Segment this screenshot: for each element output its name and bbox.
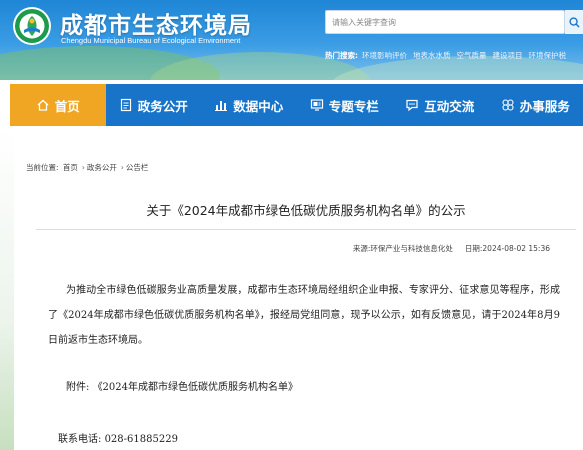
nav-item-data-center[interactable]: 数据中心 xyxy=(201,84,297,126)
nav-item-interaction[interactable]: 互动交流 xyxy=(392,84,488,126)
hot-search-label: 热门搜索: xyxy=(325,50,358,60)
search-input[interactable] xyxy=(332,14,560,31)
hot-search-link[interactable]: 建设项目 xyxy=(493,50,523,61)
article-meta: 来源:环保产业与科技信息化处 日期:2024-08-02 15:36 xyxy=(36,243,550,254)
bar-chart-icon xyxy=(214,98,228,112)
main-nav: 首页 政务公开 数据中心 专题专栏 互动交流 办事服务 xyxy=(0,80,583,128)
nav-item-label: 专题专栏 xyxy=(328,98,379,114)
attachment-link[interactable]: 《2024年成都市绿色低碳优质服务机构名单》 xyxy=(93,382,298,393)
nav-item-label: 办事服务 xyxy=(519,98,570,114)
breadcrumb-link-government-affairs[interactable]: 政务公开 xyxy=(87,163,117,172)
nav-item-home[interactable]: 首页 xyxy=(10,84,106,126)
search-icon xyxy=(568,16,580,28)
nav-item-services[interactable]: 办事服务 xyxy=(488,84,583,126)
hot-search-link[interactable]: 环境保护税 xyxy=(529,50,567,61)
nav-item-label: 首页 xyxy=(54,98,80,114)
contact-line: 联系电话: 028-61885229 xyxy=(58,430,178,445)
date-value: 2024-08-02 15:36 xyxy=(482,244,550,253)
attachment-line: 附件: 《2024年成都市绿色低碳优质服务机构名单》 xyxy=(66,378,298,393)
chat-icon xyxy=(405,98,419,112)
hot-search-link[interactable]: 环境影响评价 xyxy=(362,50,407,61)
article-body: 为推动全市绿色低碳服务业高质量发展，成都市生态环境局经组织企业申报、专家评分、征… xyxy=(48,285,560,346)
hot-search-row: 热门搜索: 环境影响评价 地表水水质 空气质量 建设项目 环境保护税 xyxy=(325,48,572,62)
document-icon xyxy=(119,98,133,112)
source-label: 来源: xyxy=(352,244,371,253)
service-icon xyxy=(501,98,515,112)
search-box xyxy=(325,10,565,34)
bureau-logo-icon[interactable] xyxy=(12,6,52,46)
breadcrumb: 当前位置: 首页 › 政务公开 › 公告栏 xyxy=(26,162,150,173)
nav-item-label: 互动交流 xyxy=(424,98,475,114)
source-value: 环保产业与科技信息化处 xyxy=(370,244,453,253)
contact-phone: 028-61885229 xyxy=(104,434,178,445)
hot-search-link[interactable]: 空气质量 xyxy=(457,50,487,61)
nav-item-label: 政务公开 xyxy=(137,98,188,114)
hot-search-link[interactable]: 地表水水质 xyxy=(413,50,451,61)
nav-bar: 首页 政务公开 数据中心 专题专栏 互动交流 办事服务 xyxy=(10,84,583,126)
nav-item-label: 数据中心 xyxy=(233,98,284,114)
chevron-right-icon: › xyxy=(120,163,124,172)
title-divider xyxy=(36,229,576,230)
contact-label: 联系电话: xyxy=(58,434,102,445)
home-icon xyxy=(36,98,50,112)
breadcrumb-link-home[interactable]: 首页 xyxy=(63,163,78,172)
chevron-right-icon: › xyxy=(81,163,85,172)
site-title[interactable]: 成都市生态环境局 xyxy=(60,6,252,40)
article-title: 关于《2024年成都市绿色低碳优质服务机构名单》的公示 xyxy=(146,203,466,218)
monitor-icon xyxy=(310,98,324,112)
nav-item-government-affairs[interactable]: 政务公开 xyxy=(106,84,202,126)
site-header: 成都市生态环境局 Chengdu Municipal Bureau of Eco… xyxy=(0,0,583,80)
attachment-label: 附件: xyxy=(66,382,90,393)
search-button[interactable] xyxy=(565,10,583,34)
breadcrumb-prefix: 当前位置: xyxy=(26,163,59,172)
nav-item-special-topics[interactable]: 专题专栏 xyxy=(297,84,393,126)
breadcrumb-link-bulletin[interactable]: 公告栏 xyxy=(126,163,149,172)
site-subtitle: Chengdu Municipal Bureau of Ecological E… xyxy=(61,36,241,45)
date-label: 日期: xyxy=(464,244,483,253)
